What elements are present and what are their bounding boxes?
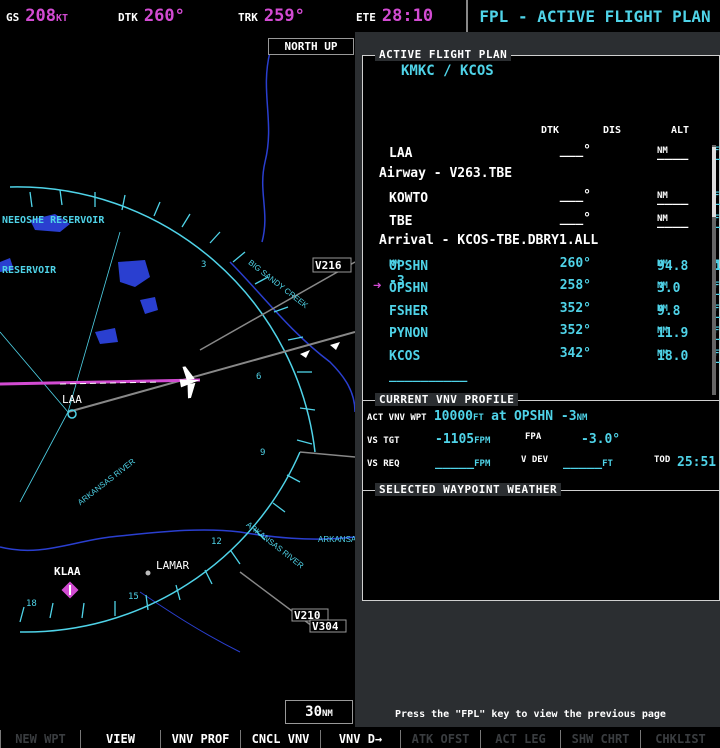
act-vnv-at: at: [491, 409, 507, 424]
flight-plan-row[interactable]: __________: [363, 365, 703, 387]
softkey-shw-chrt[interactable]: SHW CHRT: [560, 730, 640, 748]
vdev-value: _____FT: [563, 455, 613, 470]
flight-plan-row[interactable]: PYNON352°11.9NM_____FT: [363, 320, 720, 342]
softkey-bar: NEW WPT VIEW VNV PROF CNCL VNV VNV D→ ATK OFS…: [0, 730, 720, 748]
col-header-alt: ALT: [671, 125, 690, 136]
top-status-bar: GS 208KT DTK 260° TRK 259° ETE 28:10 FPL - A…: [0, 0, 720, 32]
vdev-label: V DEV: [521, 455, 549, 465]
waypoint-dtk: 260°: [559, 255, 591, 271]
vnv-vs-tgt-row: VS TGT -1105FPM FPA -3.0°: [367, 432, 717, 447]
act-vnv-wpt: OPSHN -3: [513, 409, 577, 424]
ete-field: ETE 28:10: [356, 6, 433, 26]
map-hdg-3: 3: [201, 260, 207, 270]
flight-plan-row[interactable]: TBE___°____NM_____FT: [363, 208, 720, 230]
flight-plan-panel: ACTIVE FLIGHT PLAN KMKC / KCOS DTK DIS A…: [355, 32, 720, 727]
active-flight-plan-title: ACTIVE FLIGHT PLAN: [375, 48, 512, 61]
map-label-laa: LAA: [62, 393, 82, 406]
flight-plan-row[interactable]: ➜OPSHN258°3.0NM_____FT: [363, 275, 720, 297]
flight-plan-row[interactable]: OPSHN -3NM260°94.8NM10000FT: [363, 253, 720, 289]
vs-req-label: VS REQ: [367, 459, 400, 469]
map-range-indicator[interactable]: 30NM: [285, 700, 353, 724]
dtk-value: 260°: [143, 6, 185, 26]
softkey-atk-ofst[interactable]: ATK OFST: [400, 730, 480, 748]
map-label-klaa: KLAA: [54, 565, 81, 578]
gs-field: GS 208KT: [6, 6, 68, 26]
softkey-new-wpt[interactable]: NEW WPT: [0, 730, 80, 748]
flight-plan-segment-header[interactable]: Airway - V263.TBE: [363, 163, 703, 185]
dtk-field: DTK 260°: [118, 6, 185, 26]
tod-label: TOD: [654, 455, 671, 465]
map-hdg-12: 12: [211, 537, 222, 547]
gs-unit: KT: [55, 13, 69, 24]
act-vnv-alt-unit: FT: [472, 413, 484, 423]
hint-text: Press the "FPL" key to view the previous…: [395, 709, 666, 720]
waypoint-dtk: 352°: [559, 323, 591, 338]
range-unit: NM: [322, 709, 333, 719]
map-label-reservoir: NEEOSHE RESERVOIR: [2, 215, 105, 226]
page-title: FPL - ACTIVE FLIGHT PLAN: [466, 0, 720, 32]
flight-plan-segment-header[interactable]: Arrival - KCOS-TBE.DBRY1.ALL: [363, 230, 703, 252]
range-value: 30: [305, 704, 322, 720]
tod-value: 25:51: [677, 455, 717, 470]
active-leg-arrow-icon: ➜: [373, 278, 382, 294]
segment-name: Airway - V263.TBE: [379, 165, 513, 181]
navigation-map[interactable]: NEEOSHE RESERVOIR RESERVOIR V216 BIG SAN…: [0, 32, 362, 727]
waypoint-dtk: ___°: [559, 210, 591, 226]
trk-field: TRK 259°: [238, 6, 305, 26]
waypoint-dtk: 352°: [559, 300, 591, 316]
fpa-value: -3.0°: [581, 432, 621, 447]
flight-plan-route: KMKC / KCOS: [401, 63, 494, 79]
flight-plan-row[interactable]: LAA___°____NM_____FT: [363, 140, 720, 162]
gs-label: GS: [6, 11, 20, 24]
map-label-v304: V304: [312, 620, 339, 633]
softkey-cncl-vnv[interactable]: CNCL VNV: [240, 730, 320, 748]
vs-tgt-label: VS TGT: [367, 436, 400, 446]
softkey-act-leg[interactable]: ACT LEG: [480, 730, 560, 748]
map-orientation-label: NORTH UP: [268, 38, 354, 55]
gs-value: 208: [25, 6, 56, 26]
segment-name: Arrival - KCOS-TBE.DBRY1.ALL: [379, 233, 599, 248]
map-label-reservoir-2: RESERVOIR: [2, 265, 57, 276]
col-header-dis: DIS: [603, 125, 622, 136]
act-vnv-wpt-unit: NM: [576, 413, 588, 423]
act-vnv-wpt-label: ACT VNV WPT: [367, 413, 427, 423]
waypoint-weather-title: SELECTED WAYPOINT WEATHER: [375, 483, 562, 496]
map-hdg-18: 18: [26, 599, 37, 609]
softkey-vnv-d[interactable]: VNV D→: [320, 730, 400, 748]
waypoint-weather-box: SELECTED WAYPOINT WEATHER: [362, 483, 720, 601]
map-hdg-6: 6: [256, 372, 262, 382]
waypoint-dtk: ___°: [559, 188, 591, 203]
trk-value: 259°: [263, 6, 305, 26]
ete-label: ETE: [356, 11, 376, 24]
col-header-dtk: DTK: [541, 125, 560, 136]
softkey-chklist[interactable]: CHKLIST: [640, 730, 720, 748]
waypoint-dtk: 258°: [559, 278, 591, 293]
dtk-label: DTK: [118, 11, 138, 24]
map-hdg-15: 15: [128, 592, 139, 602]
map-hdg-9: 9: [260, 448, 266, 458]
map-label-v216: V216: [315, 259, 342, 272]
trk-label: TRK: [238, 11, 258, 24]
flight-plan-row[interactable]: KOWTO___°____NM_____FT: [363, 185, 720, 207]
map-label-lamar: LAMAR: [156, 559, 190, 572]
vnv-act-wpt-row: ACT VNV WPT 10000FT at OPSHN -3NM: [367, 409, 587, 424]
vnv-profile-box: CURRENT VNV PROFILE ACT VNV WPT 10000FT …: [362, 393, 720, 491]
softkey-view[interactable]: VIEW: [80, 730, 160, 748]
map-graphics: [0, 51, 356, 653]
ete-value: 28:10: [381, 6, 434, 26]
active-flight-plan-box: ACTIVE FLIGHT PLAN KMKC / KCOS DTK DIS A…: [362, 48, 720, 410]
flight-plan-row[interactable]: KCOS342°18.0NM_____FT: [363, 343, 720, 365]
vs-req-value: _____FPM: [435, 455, 491, 470]
empty-waypoint: __________: [389, 368, 468, 383]
vs-tgt-value: -1105FPM: [435, 432, 491, 447]
vnv-profile-title: CURRENT VNV PROFILE: [375, 393, 519, 406]
waypoint-dtk: ___°: [559, 143, 591, 158]
softkey-vnv-prof[interactable]: VNV PROF: [160, 730, 240, 748]
fpa-label: FPA: [525, 432, 542, 442]
vnv-vs-req-row: VS REQ _____FPM V DEV _____FT TOD 25:51: [367, 455, 717, 470]
flight-plan-scroll-thumb[interactable]: [712, 147, 716, 217]
flight-plan-row[interactable]: FSHER352°9.8NM_____FT: [363, 298, 720, 320]
act-vnv-alt: 10000: [433, 409, 473, 424]
waypoint-dtk: 342°: [559, 345, 591, 361]
